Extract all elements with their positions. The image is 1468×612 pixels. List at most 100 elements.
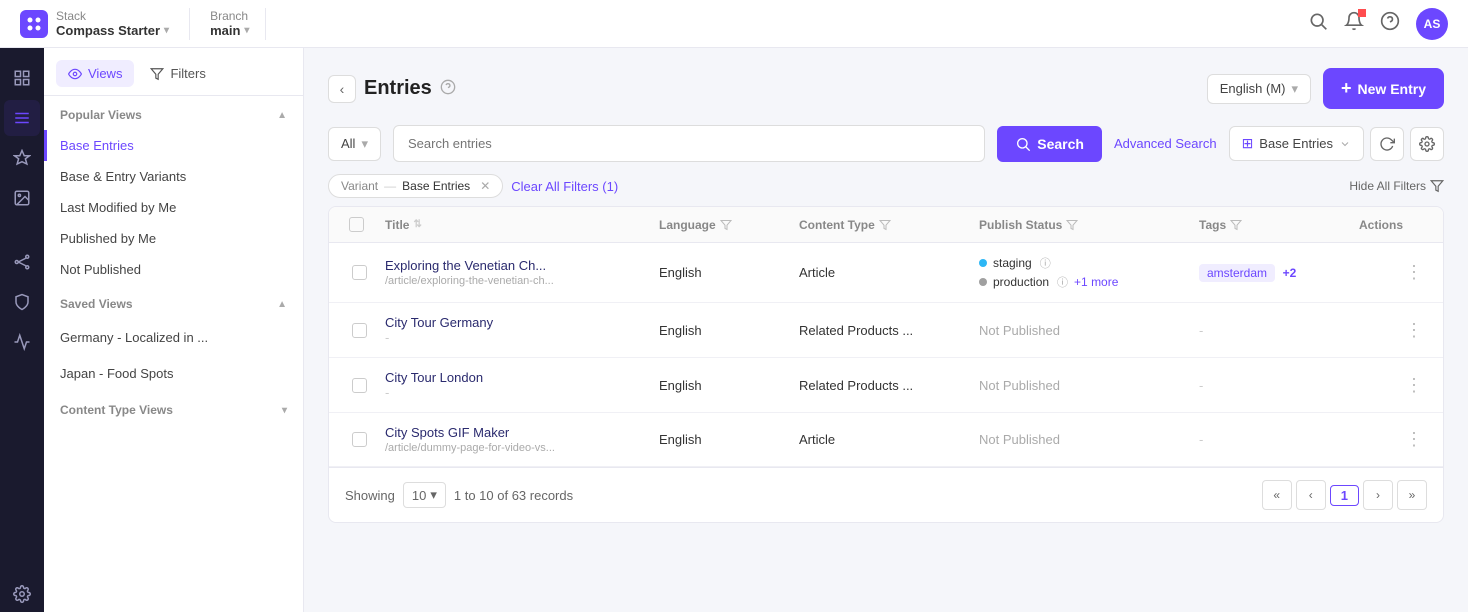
- row2-title-cell: City Tour Germany -: [377, 303, 651, 357]
- refresh-button[interactable]: [1370, 127, 1404, 161]
- nav-content-types-icon[interactable]: [4, 140, 40, 176]
- title-sort-icon[interactable]: ⇅: [413, 219, 421, 230]
- filter-tag-close[interactable]: ✕: [480, 179, 490, 193]
- next-page-button[interactable]: ›: [1363, 480, 1393, 510]
- sidebar-item-base-entries[interactable]: Base Entries: [44, 130, 303, 161]
- row2-checkbox[interactable]: [352, 323, 367, 338]
- nav-publish-icon[interactable]: [4, 324, 40, 360]
- sidebar-tab-views[interactable]: Views: [56, 60, 134, 87]
- last-page-button[interactable]: »: [1397, 480, 1427, 510]
- col-publish-status: Publish Status: [971, 207, 1191, 242]
- more-status-label[interactable]: +1 more: [1074, 275, 1118, 289]
- left-nav: [0, 48, 44, 612]
- row3-path: -: [385, 385, 643, 400]
- table-row: City Spots GIF Maker /article/dummy-page…: [329, 413, 1443, 467]
- showing-label: Showing: [345, 488, 395, 503]
- staging-dot: [979, 259, 987, 267]
- popular-collapse-icon[interactable]: ▲: [277, 110, 287, 121]
- filter-bar: Variant — Base Entries ✕ Clear All Filte…: [328, 174, 1444, 198]
- sidebar-item-not-published[interactable]: Not Published: [44, 254, 303, 285]
- row1-action-menu[interactable]: ⋮: [1359, 262, 1423, 283]
- sidebar-item-published-by-me[interactable]: Published by Me: [44, 223, 303, 254]
- clear-filters-link[interactable]: Clear All Filters (1): [511, 179, 618, 194]
- view-selector[interactable]: ⊞ Base Entries: [1229, 126, 1364, 161]
- help-icon[interactable]: [440, 79, 456, 98]
- row2-title[interactable]: City Tour Germany: [385, 315, 643, 330]
- row3-tags: -: [1191, 366, 1351, 405]
- nav-extensions-icon[interactable]: [4, 284, 40, 320]
- nav-dashboard-icon[interactable]: [4, 60, 40, 96]
- stack-info: Stack Compass Starter ▾: [56, 9, 169, 38]
- row4-action-menu[interactable]: ⋮: [1359, 429, 1423, 450]
- row3-title[interactable]: City Tour London: [385, 370, 643, 385]
- table-settings-button[interactable]: [1410, 127, 1444, 161]
- panel-header: ‹ Entries English (M) ▾ + New Entry: [328, 68, 1444, 109]
- row3-action-menu[interactable]: ⋮: [1359, 375, 1423, 396]
- stack-name[interactable]: Compass Starter ▾: [56, 23, 169, 38]
- popular-views-header: Popular Views ▲: [44, 96, 303, 130]
- tags-filter-icon[interactable]: [1230, 219, 1242, 231]
- row2-action-menu[interactable]: ⋮: [1359, 320, 1423, 341]
- content-type-filter-icon[interactable]: [879, 219, 891, 231]
- panel-title-row: ‹ Entries: [328, 75, 456, 103]
- publish-status-filter-icon[interactable]: [1066, 219, 1078, 231]
- nav-entries-icon[interactable]: [4, 100, 40, 136]
- user-avatar[interactable]: AS: [1416, 8, 1448, 40]
- help-icon[interactable]: [1380, 11, 1400, 36]
- back-button[interactable]: ‹: [328, 75, 356, 103]
- search-button[interactable]: Search: [997, 126, 1102, 162]
- first-page-button[interactable]: «: [1262, 480, 1292, 510]
- record-info: 1 to 10 of 63 records: [454, 488, 573, 503]
- nav-assets-icon[interactable]: [4, 180, 40, 216]
- current-page[interactable]: 1: [1330, 485, 1359, 506]
- language-selector[interactable]: English (M) ▾: [1207, 74, 1311, 104]
- row3-title-cell: City Tour London -: [377, 358, 651, 412]
- stack-label: Stack: [56, 9, 169, 23]
- new-entry-button[interactable]: + New Entry: [1323, 68, 1444, 109]
- sidebar-tab-filters[interactable]: Filters: [138, 60, 217, 87]
- production-info-icon[interactable]: ⓘ: [1057, 274, 1068, 290]
- notification-badge: [1358, 9, 1366, 17]
- saved-views-header: Saved Views ▲: [44, 285, 303, 319]
- saved-collapse-icon[interactable]: ▲: [277, 299, 287, 310]
- row1-title[interactable]: Exploring the Venetian Ch...: [385, 258, 643, 273]
- sidebar-item-japan[interactable]: Japan - Food Spots ⋯: [44, 355, 303, 391]
- row1-production-status: production ⓘ +1 more: [979, 274, 1183, 290]
- row1-staging-status: staging ⓘ: [979, 255, 1183, 271]
- nav-settings-icon[interactable]: [4, 576, 40, 612]
- sidebar-item-germany[interactable]: Germany - Localized in ... ⋯: [44, 319, 303, 355]
- row2-publish-status: Not Published: [971, 311, 1191, 350]
- language-filter-icon[interactable]: [720, 219, 732, 231]
- prev-page-button[interactable]: ‹: [1296, 480, 1326, 510]
- staging-label: staging: [993, 256, 1032, 270]
- row4-title[interactable]: City Spots GIF Maker: [385, 425, 643, 440]
- branch-name[interactable]: main ▾: [210, 23, 249, 38]
- main-panel: ‹ Entries English (M) ▾ + New Entry: [304, 48, 1468, 612]
- search-input[interactable]: [393, 125, 985, 162]
- nav-workflows-icon[interactable]: [4, 244, 40, 280]
- branch-chevron: ▾: [244, 25, 249, 36]
- sidebar-item-base-entry-variants[interactable]: Base & Entry Variants: [44, 161, 303, 192]
- row4-checkbox[interactable]: [352, 432, 367, 447]
- content-type-views-header[interactable]: Content Type Views ▾: [44, 391, 303, 425]
- content-type-collapse-icon[interactable]: ▾: [282, 405, 287, 416]
- search-type-selector[interactable]: All ▾: [328, 127, 381, 161]
- row2-language: English: [651, 311, 791, 350]
- notification-icon[interactable]: [1344, 11, 1364, 36]
- row1-checkbox[interactable]: [352, 265, 367, 280]
- row3-checkbox[interactable]: [352, 378, 367, 393]
- filter-tag-variant: Variant — Base Entries ✕: [328, 174, 503, 198]
- select-all-checkbox[interactable]: [349, 217, 364, 232]
- staging-info-icon[interactable]: ⓘ: [1040, 255, 1051, 271]
- hide-filters-link[interactable]: Hide All Filters: [1349, 179, 1444, 193]
- row1-actions: ⋮: [1351, 250, 1431, 295]
- brand-area: Stack Compass Starter ▾ Branch main ▾: [20, 8, 266, 40]
- col-actions: Actions: [1351, 207, 1431, 242]
- row4-language: English: [651, 420, 791, 459]
- advanced-search-link[interactable]: Advanced Search: [1114, 136, 1217, 151]
- search-bar: All ▾ Search Advanced Search ⊞ Base Entr…: [328, 125, 1444, 162]
- sidebar-item-last-modified[interactable]: Last Modified by Me: [44, 192, 303, 223]
- pagination-left: Showing 10 ▾ 1 to 10 of 63 records: [345, 482, 573, 508]
- page-size-selector[interactable]: 10 ▾: [403, 482, 446, 508]
- search-icon[interactable]: [1308, 11, 1328, 36]
